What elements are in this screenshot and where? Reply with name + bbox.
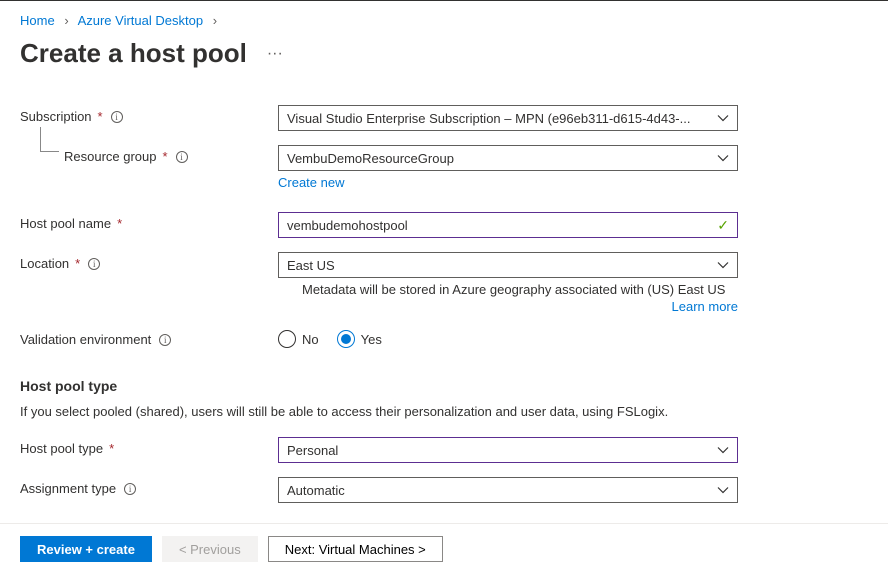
required-indicator: * — [98, 109, 103, 124]
check-icon: ✓ — [717, 217, 729, 234]
resource-group-value: VembuDemoResourceGroup — [287, 151, 454, 166]
radio-label-no: No — [302, 332, 319, 347]
chevron-down-icon — [717, 259, 729, 271]
wizard-footer: Review + create < Previous Next: Virtual… — [0, 523, 888, 574]
validation-yes-radio[interactable]: Yes — [337, 330, 382, 348]
host-pool-name-input[interactable]: vembudemohostpool ✓ — [278, 212, 738, 238]
validation-no-radio[interactable]: No — [278, 330, 319, 348]
chevron-down-icon — [717, 484, 729, 496]
assignment-type-value: Automatic — [287, 483, 345, 498]
info-icon[interactable]: i — [111, 111, 123, 123]
subscription-label: Subscription — [20, 109, 92, 124]
breadcrumb: Home › Azure Virtual Desktop › — [20, 9, 868, 38]
host-pool-type-heading: Host pool type — [20, 378, 868, 394]
host-pool-name-value: vembudemohostpool — [287, 218, 408, 233]
required-indicator: * — [117, 216, 122, 231]
chevron-right-icon: › — [64, 13, 68, 28]
radio-checked-icon — [337, 330, 355, 348]
validation-env-label: Validation environment — [20, 332, 151, 347]
chevron-down-icon — [717, 112, 729, 124]
info-icon[interactable]: i — [159, 334, 171, 346]
required-indicator: * — [75, 256, 80, 271]
host-pool-type-label: Host pool type — [20, 441, 103, 456]
info-icon[interactable]: i — [124, 483, 136, 495]
more-icon[interactable]: ··· — [267, 45, 283, 63]
info-icon[interactable]: i — [88, 258, 100, 270]
chevron-down-icon — [717, 152, 729, 164]
resource-group-select[interactable]: VembuDemoResourceGroup — [278, 145, 738, 171]
host-pool-type-select[interactable]: Personal — [278, 437, 738, 463]
host-pool-type-value: Personal — [287, 443, 338, 458]
host-pool-name-label: Host pool name — [20, 216, 111, 231]
host-pool-type-desc: If you select pooled (shared), users wil… — [20, 404, 868, 419]
assignment-type-label: Assignment type — [20, 481, 116, 496]
review-create-button[interactable]: Review + create — [20, 536, 152, 562]
learn-more-link[interactable]: Learn more — [672, 299, 738, 314]
previous-button[interactable]: < Previous — [162, 536, 258, 562]
chevron-right-icon: › — [213, 13, 217, 28]
chevron-down-icon — [717, 444, 729, 456]
next-button[interactable]: Next: Virtual Machines > — [268, 536, 443, 562]
location-select[interactable]: East US — [278, 252, 738, 278]
info-icon[interactable]: i — [176, 151, 188, 163]
subscription-select[interactable]: Visual Studio Enterprise Subscription – … — [278, 105, 738, 131]
create-new-link[interactable]: Create new — [278, 175, 344, 190]
radio-label-yes: Yes — [361, 332, 382, 347]
location-label: Location — [20, 256, 69, 271]
breadcrumb-avd[interactable]: Azure Virtual Desktop — [78, 13, 204, 28]
page-title: Create a host pool — [20, 38, 247, 69]
subscription-value: Visual Studio Enterprise Subscription – … — [287, 111, 690, 126]
resource-group-label: Resource group — [64, 149, 157, 164]
required-indicator: * — [109, 441, 114, 456]
location-value: East US — [287, 258, 335, 273]
required-indicator: * — [163, 149, 168, 164]
breadcrumb-home[interactable]: Home — [20, 13, 55, 28]
radio-icon — [278, 330, 296, 348]
location-helper: Metadata will be stored in Azure geograp… — [278, 282, 738, 297]
assignment-type-select[interactable]: Automatic — [278, 477, 738, 503]
